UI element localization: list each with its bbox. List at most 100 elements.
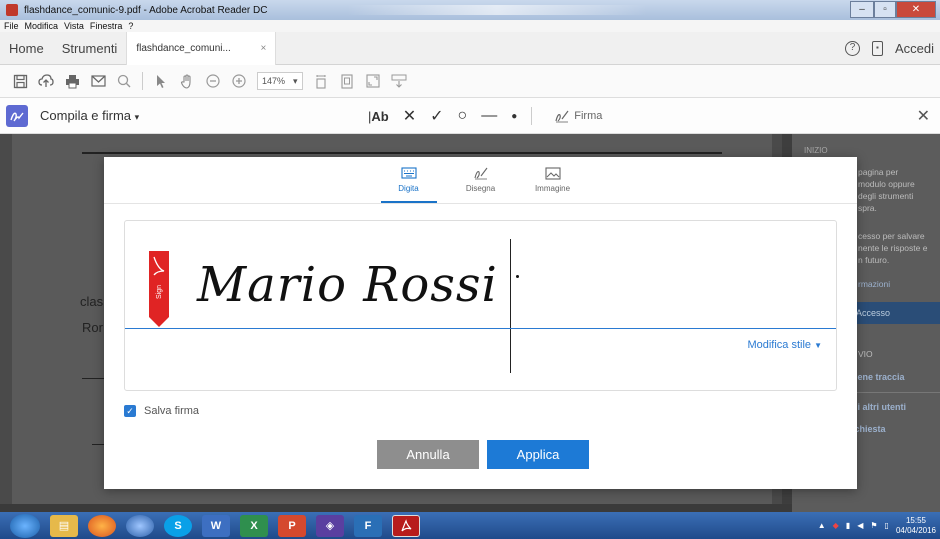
menu-bar: File Modifica Vista Finestra ? — [0, 20, 940, 32]
cross-mark-icon[interactable]: ✕ — [403, 106, 416, 126]
word-taskbar-icon[interactable]: W — [202, 514, 230, 537]
tab-document-label: flashdance_comuni... — [136, 42, 231, 54]
window-controls: – ▫ ✕ — [850, 1, 936, 18]
close-window-button[interactable]: ✕ — [896, 1, 936, 18]
menu-modifica[interactable]: Modifica — [25, 21, 59, 31]
hand-tool-icon[interactable] — [179, 73, 195, 89]
tray-expand-icon[interactable]: ▲ — [818, 521, 826, 530]
signature-area[interactable]: Sign Mario Rossi Modifica stile ▼ — [124, 220, 837, 391]
pen-sign-icon — [555, 110, 569, 123]
zoom-value: 147% — [262, 76, 286, 86]
horizontal-scrollbar[interactable] — [0, 504, 792, 512]
signin-link[interactable]: Accedi — [895, 41, 934, 56]
acrobat-taskbar-icon[interactable] — [392, 514, 420, 537]
add-text-tool[interactable]: |Ab — [368, 109, 389, 124]
fill-sign-tool-icon — [6, 104, 28, 127]
minimize-button[interactable]: – — [850, 1, 874, 18]
page-rule — [82, 152, 722, 154]
page-view-icon[interactable] — [339, 73, 355, 89]
zoom-out-icon[interactable] — [205, 73, 221, 89]
select-pointer-icon[interactable] — [153, 73, 169, 89]
change-style-button[interactable]: Modifica stile ▼ — [747, 339, 822, 351]
save-signature-label: Salva firma — [144, 405, 200, 417]
print-icon[interactable] — [64, 73, 80, 89]
menu-vista[interactable]: Vista — [64, 21, 84, 31]
sign-button[interactable]: Firma — [554, 109, 602, 123]
page-text-fragment: clas — [80, 294, 104, 309]
more-info-link[interactable]: rmazioni — [858, 278, 938, 290]
save-signature-row[interactable]: ✓ Salva firma — [124, 405, 199, 417]
skype-taskbar-icon[interactable]: S — [164, 514, 192, 537]
email-icon[interactable] — [90, 73, 106, 89]
access-button[interactable]: Accesso — [848, 302, 940, 324]
right-pane-text: cesso per salvare nente le risposte e n … — [858, 231, 928, 265]
fill-sign-toolbar: Compila e firma ▾ |Ab ✕ ✓ ○ — ● Firma ✕ — [0, 98, 940, 134]
firefox-taskbar-icon[interactable] — [88, 514, 116, 537]
windows-taskbar: ▤ S W X P ◈ F ▲ ◆ ▮ ◀ ⚑ ▯ 15:55 04/04/20… — [0, 512, 940, 539]
maximize-button[interactable]: ▫ — [874, 1, 896, 18]
fill-sign-menu[interactable]: Compila e firma ▾ — [40, 108, 139, 123]
tab-draw[interactable]: Disegna — [453, 157, 509, 203]
tab-bar: Home Strumenti flashdance_comuni... × ? … — [0, 31, 940, 65]
powerpoint-taskbar-icon[interactable]: P — [278, 514, 306, 537]
tab-document[interactable]: flashdance_comuni... × — [126, 31, 277, 65]
start-button[interactable] — [10, 513, 40, 538]
scroll-mode-icon[interactable] — [391, 73, 407, 89]
menu-help[interactable]: ? — [128, 21, 133, 31]
window-title: flashdance_comunic-9.pdf - Adobe Acrobat… — [24, 4, 268, 16]
other-users-link[interactable]: di altri utenti — [852, 402, 906, 412]
explorer-taskbar-icon[interactable]: ▤ — [50, 514, 78, 537]
image-icon — [544, 166, 561, 180]
tab-image[interactable]: Immagine — [525, 157, 581, 203]
dialog-divider — [104, 203, 857, 204]
tab-tools[interactable]: Strumenti — [53, 32, 127, 65]
fit-page-icon[interactable] — [313, 73, 329, 89]
help-icon[interactable]: ? — [844, 41, 860, 56]
dot-tool-icon[interactable]: ● — [511, 111, 517, 122]
add-text-label: Ab — [371, 108, 389, 124]
circle-tool-icon[interactable]: ○ — [458, 107, 468, 125]
caret-down-icon: ▾ — [134, 112, 140, 122]
cancel-button[interactable]: Annulla — [377, 440, 479, 469]
line-tool-icon[interactable]: — — [481, 107, 497, 125]
tab-close-icon[interactable]: × — [260, 32, 266, 65]
battery-icon[interactable]: ▯ — [885, 521, 889, 530]
excel-taskbar-icon[interactable]: X — [240, 514, 268, 537]
window-titlebar: flashdance_comunic-9.pdf - Adobe Acrobat… — [0, 0, 940, 20]
clock[interactable]: 15:55 04/04/2016 — [896, 516, 936, 536]
tab-home[interactable]: Home — [0, 32, 53, 65]
clock-time: 15:55 — [905, 515, 926, 525]
zoom-level-select[interactable]: 147% ▾ — [257, 72, 303, 90]
zoom-in-icon[interactable] — [231, 73, 247, 89]
browser-taskbar-icon[interactable] — [126, 514, 154, 537]
tab-bar-right: ? ▪ Accedi — [844, 32, 940, 65]
save-icon[interactable] — [12, 73, 28, 89]
action-center-icon[interactable]: ⚑ — [870, 521, 877, 530]
app-taskbar-icon[interactable]: ◈ — [316, 514, 344, 537]
check-mark-icon[interactable]: ✓ — [430, 106, 443, 126]
sign-ribbon-icon: Sign — [149, 251, 169, 327]
signbar-separator — [531, 107, 533, 125]
caret-down-icon: ▼ — [814, 341, 822, 350]
keyboard-icon — [400, 166, 417, 180]
page-text-fragment: Ror — [82, 320, 103, 335]
volume-icon[interactable]: ◀ — [857, 521, 863, 530]
full-screen-icon[interactable] — [365, 73, 381, 89]
signature-dot — [516, 275, 519, 278]
mobile-link-icon[interactable]: ▪ — [871, 41, 883, 56]
search-icon[interactable] — [116, 73, 132, 89]
cloud-upload-icon[interactable] — [38, 73, 54, 89]
request-link[interactable]: ichiesta — [852, 424, 886, 434]
signature-baseline — [125, 328, 836, 329]
tray-app-icon[interactable]: ◆ — [833, 521, 839, 530]
tracking-link[interactable]: tiene traccia — [852, 372, 905, 382]
menu-file[interactable]: File — [4, 21, 19, 31]
signature-mode-tabs: Digita Disegna Immagine — [104, 157, 857, 203]
menu-finestra[interactable]: Finestra — [90, 21, 123, 31]
apply-button[interactable]: Applica — [487, 440, 589, 469]
save-signature-checkbox[interactable]: ✓ — [124, 405, 136, 417]
filezilla-taskbar-icon[interactable]: F — [354, 514, 382, 537]
close-fill-sign-icon[interactable]: ✕ — [917, 106, 930, 126]
network-icon[interactable]: ▮ — [846, 521, 850, 530]
tab-type[interactable]: Digita — [380, 157, 437, 203]
